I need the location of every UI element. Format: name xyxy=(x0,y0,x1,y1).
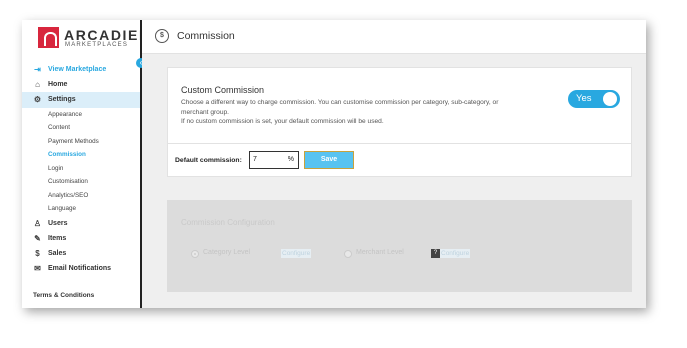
sidebar-item-label: View Marketplace xyxy=(48,66,107,73)
commission-icon: $ xyxy=(155,29,169,43)
sidebar-item-label: Users xyxy=(48,219,68,227)
category-level-radio[interactable] xyxy=(191,250,199,258)
sidebar-subitem-payment-methods[interactable]: Payment Methods xyxy=(22,135,140,149)
brand-name: ARCADIER xyxy=(64,27,151,43)
custom-commission-title: Custom Commission xyxy=(181,85,265,95)
main-content: Custom Commission Choose a different way… xyxy=(142,54,646,308)
app-window: ARCADIER MARKETPLACES ⇥ View Marketplace… xyxy=(22,20,646,308)
sidebar-subitem-appearance[interactable]: Appearance xyxy=(22,108,140,122)
sidebar-item-label: Home xyxy=(48,81,68,89)
merchant-level-label: Merchant Level xyxy=(356,249,404,256)
sidebar-item-label: Settings xyxy=(48,96,76,104)
description-line-1: Choose a different way to charge commiss… xyxy=(181,99,499,116)
sidebar-item-home[interactable]: ⌂ Home xyxy=(22,77,140,92)
sidebar-item-view-marketplace[interactable]: ⇥ View Marketplace xyxy=(22,62,140,77)
sidebar: ARCADIER MARKETPLACES ⇥ View Marketplace… xyxy=(22,20,149,308)
enter-icon: ⇥ xyxy=(34,65,41,74)
sidebar-item-label: Items xyxy=(48,234,67,242)
gear-icon: ⚙ xyxy=(33,95,42,105)
custom-commission-card: Custom Commission Choose a different way… xyxy=(167,67,632,177)
brand-logo[interactable]: ARCADIER MARKETPLACES xyxy=(38,27,149,49)
custom-commission-description: Choose a different way to charge commiss… xyxy=(181,98,516,127)
page-title: Commission xyxy=(177,30,235,42)
sidebar-item-items[interactable]: ✎ Items xyxy=(22,231,140,246)
description-line-2: If no custom commission is set, your def… xyxy=(181,118,384,125)
commission-configuration-panel: Commission Configuration Category Level … xyxy=(167,200,632,292)
card-divider xyxy=(168,143,631,144)
category-configure-link[interactable]: Configure xyxy=(281,249,312,258)
sidebar-item-settings[interactable]: ⚙ Settings xyxy=(22,92,140,108)
category-level-label: Category Level xyxy=(203,249,251,256)
custom-commission-toggle[interactable]: Yes xyxy=(568,90,620,108)
sidebar-subitem-content[interactable]: Content xyxy=(22,121,140,135)
page-header: $ Commission xyxy=(142,20,646,54)
sidebar-subitem-analytics-seo[interactable]: Analytics/SEO xyxy=(22,189,140,203)
sidebar-subitem-commission[interactable]: Commission xyxy=(22,148,140,162)
merchant-level-radio[interactable] xyxy=(344,250,352,258)
user-icon: ♙ xyxy=(33,218,42,228)
terms-link[interactable]: Terms & Conditions xyxy=(33,292,94,299)
items-icon: ✎ xyxy=(34,233,41,243)
toggle-knob xyxy=(603,92,617,106)
default-commission-input[interactable]: 7 % xyxy=(249,151,299,169)
toggle-label: Yes xyxy=(576,93,592,104)
sidebar-subitem-customisation[interactable]: Customisation xyxy=(22,175,140,189)
home-icon: ⌂ xyxy=(35,80,40,90)
sidebar-item-email-notifications[interactable]: ✉ Email Notifications xyxy=(22,261,140,276)
arcadier-logo-icon xyxy=(38,27,59,48)
dollar-icon: $ xyxy=(35,248,40,258)
sidebar-item-sales[interactable]: $ Sales xyxy=(22,246,140,261)
sidebar-subitem-language[interactable]: Language xyxy=(22,202,140,216)
commission-configuration-title: Commission Configuration xyxy=(181,218,275,227)
sidebar-nav: ⇥ View Marketplace ⌂ Home ⚙ Settings App… xyxy=(22,62,140,276)
default-commission-value: 7 xyxy=(253,156,257,163)
percent-unit: % xyxy=(287,156,294,163)
default-commission-label: Default commission: xyxy=(175,157,242,164)
sidebar-item-users[interactable]: ♙ Users xyxy=(22,216,140,231)
locked-icon: ? xyxy=(431,249,440,258)
merchant-configure-link[interactable]: Configure xyxy=(440,249,471,258)
sidebar-item-label: Sales xyxy=(48,249,67,257)
sidebar-subitem-login[interactable]: Login xyxy=(22,162,140,176)
brand-tagline: MARKETPLACES xyxy=(65,42,129,48)
save-button[interactable]: Save xyxy=(304,151,354,169)
sidebar-item-label: Email Notifications xyxy=(48,265,112,273)
envelope-icon: ✉ xyxy=(34,264,41,274)
